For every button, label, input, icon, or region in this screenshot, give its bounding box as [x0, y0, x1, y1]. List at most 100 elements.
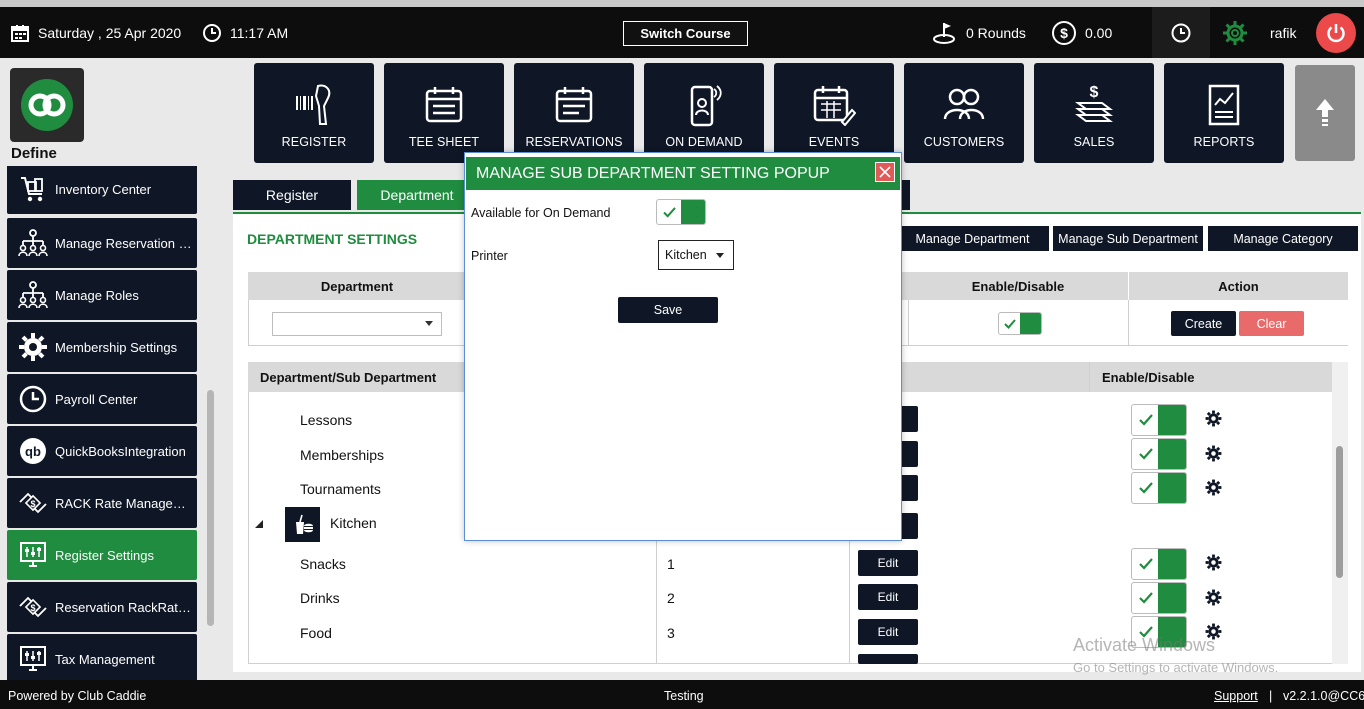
nav-tile-on-demand[interactable]: ON DEMAND [644, 63, 764, 163]
hand-money-icon: $ [11, 592, 55, 622]
row-enable-toggle[interactable] [1131, 438, 1187, 470]
table-row-name: Food [300, 625, 332, 641]
org-chart-icon [11, 228, 55, 258]
sidebar-item-manage-roles[interactable]: Manage Roles [7, 270, 197, 320]
check-icon [1132, 473, 1160, 503]
table-row-name: Snacks [300, 556, 346, 572]
powered-by-text: Powered by Club Caddie [8, 689, 147, 703]
sidebar-item-reservation-rackrate[interactable]: $ Reservation RackRate... [7, 582, 197, 632]
department-select[interactable] [272, 312, 442, 336]
tab-department[interactable]: Department [357, 180, 477, 210]
sidebar-item-rack-rate[interactable]: $ RACK Rate Manageme... [7, 478, 197, 528]
toggle-on-fill [1020, 313, 1041, 334]
gear-icon[interactable] [1205, 589, 1222, 606]
gear-icon[interactable] [1205, 554, 1222, 571]
switch-course-button[interactable]: Switch Course [623, 21, 748, 46]
gear-icon[interactable] [1205, 410, 1222, 427]
mobile-icon [686, 81, 722, 129]
table-row-name: Drinks [300, 590, 340, 606]
environment-text: Testing [664, 689, 704, 703]
popup-title: MANAGE SUB DEPARTMENT SETTING POPUP [476, 164, 830, 182]
sidebar-item-tax-management[interactable]: Tax Management [7, 634, 197, 680]
gear-icon [1222, 20, 1248, 46]
manage-sub-department-button[interactable]: Manage Sub Department [1053, 226, 1203, 251]
svg-text:$: $ [30, 499, 35, 509]
sidebar-item-inventory-center[interactable]: Inventory Center [7, 166, 197, 214]
on-demand-toggle[interactable] [656, 199, 706, 225]
edit-button[interactable]: Edit [858, 550, 918, 576]
chevron-down-icon [716, 253, 724, 258]
scroll-up-button[interactable] [1295, 65, 1355, 161]
activate-windows-watermark: Activate Windows [1073, 635, 1216, 655]
nav-tile-label: RESERVATIONS [525, 135, 623, 149]
table-header-enable: Enable/Disable [1090, 362, 1332, 392]
brand-logo[interactable] [10, 68, 84, 142]
toggle-on-fill [1158, 473, 1186, 503]
version-text: v2.2.1.0@CC6 [1283, 689, 1364, 703]
on-demand-label: Available for On Demand [471, 206, 611, 220]
save-button[interactable]: Save [618, 297, 718, 323]
edit-button[interactable]: Edit [858, 584, 918, 610]
sidebar-item-label: Tax Management [55, 651, 155, 667]
chevron-down-icon [425, 321, 433, 327]
toggle-on-fill [1158, 439, 1186, 469]
support-link[interactable]: Support [1214, 689, 1258, 703]
close-button[interactable] [875, 162, 895, 182]
enable-column-header: Enable/Disable [908, 272, 1128, 300]
row-enable-toggle[interactable] [1131, 582, 1187, 614]
edit-button[interactable] [858, 654, 918, 664]
check-icon [657, 200, 682, 224]
nav-tile-tee-sheet[interactable]: TEE SHEET [384, 63, 504, 163]
sidebar-scrollbar[interactable] [207, 390, 214, 626]
history-clock-button[interactable] [1152, 7, 1210, 58]
sidebar-item-membership-settings[interactable]: Membership Settings [7, 322, 197, 372]
rounds-display[interactable]: 0 Rounds [932, 7, 1026, 58]
create-button[interactable]: Create [1171, 311, 1236, 336]
sidebar-item-manage-reservation[interactable]: Manage Reservation R... [7, 218, 197, 268]
logout-button[interactable] [1316, 13, 1356, 53]
row-enable-toggle[interactable] [1131, 548, 1187, 580]
settings-gear-button[interactable] [1222, 7, 1248, 58]
dollar-icon: $ [1051, 20, 1077, 46]
manage-department-button[interactable]: Manage Department [896, 226, 1049, 251]
collapse-triangle-icon[interactable] [255, 520, 263, 528]
clear-button[interactable]: Clear [1239, 311, 1304, 336]
department-column-header: Department [248, 272, 466, 300]
close-icon [879, 166, 891, 178]
sidebar-item-payroll-center[interactable]: Payroll Center [7, 374, 197, 424]
gear-icon [11, 332, 55, 362]
edit-button[interactable]: Edit [858, 619, 918, 645]
brand-area: Define [0, 58, 224, 166]
gear-icon[interactable] [1205, 445, 1222, 462]
tab-register[interactable]: Register [233, 180, 351, 210]
nav-tile-customers[interactable]: CUSTOMERS [904, 63, 1024, 163]
users-icon [942, 81, 986, 129]
nav-tile-sales[interactable]: $ SALES [1034, 63, 1154, 163]
rounds-text: 0 Rounds [966, 24, 1026, 41]
balance-display[interactable]: $ 0.00 [1051, 7, 1112, 58]
row-enable-toggle[interactable] [1131, 472, 1187, 504]
nav-tile-events[interactable]: EVENTS [774, 63, 894, 163]
nav-tile-register[interactable]: REGISTER [254, 63, 374, 163]
nav-tile-reservations[interactable]: RESERVATIONS [514, 63, 634, 163]
sidebar-item-quickbooks[interactable]: qb QuickBooksIntegration [7, 426, 197, 476]
check-icon [999, 313, 1021, 334]
nav-tile-reports[interactable]: REPORTS [1164, 63, 1284, 163]
printer-select[interactable]: Kitchen [658, 240, 734, 270]
user-name[interactable]: rafik [1270, 7, 1296, 58]
nav-tile-label: REGISTER [281, 135, 347, 149]
sidebar-item-label: Register Settings [55, 547, 154, 563]
gear-icon[interactable] [1205, 479, 1222, 496]
clock-icon [202, 23, 222, 43]
manage-category-button[interactable]: Manage Category [1208, 226, 1358, 251]
department-enable-toggle[interactable] [998, 312, 1042, 335]
org-chart-icon [11, 280, 55, 310]
quickbooks-icon: qb [11, 436, 55, 466]
calendar-list-icon [554, 81, 594, 129]
row-enable-toggle[interactable] [1131, 404, 1187, 436]
sidebar-item-register-settings[interactable]: Register Settings [7, 530, 197, 580]
page-title: DEPARTMENT SETTINGS [247, 231, 418, 247]
toggle-on-fill [1158, 405, 1186, 435]
table-scrollbar-thumb[interactable] [1336, 446, 1343, 578]
sidebar-item-label: Manage Roles [55, 287, 139, 303]
